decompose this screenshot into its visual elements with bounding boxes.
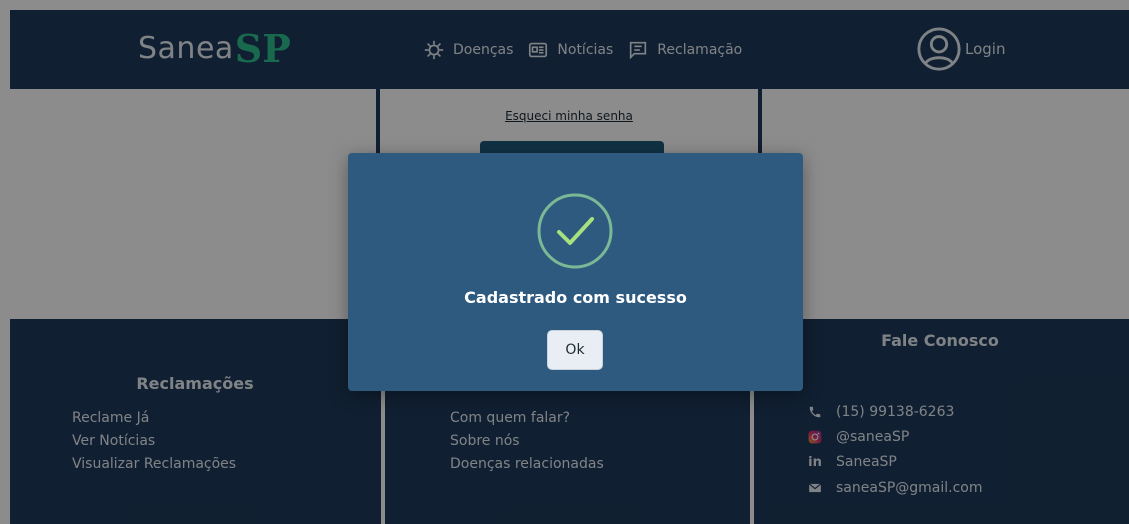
- success-check-icon: [537, 193, 613, 269]
- success-dialog: Cadastrado com sucesso Ok: [348, 153, 803, 391]
- dialog-title: Cadastrado com sucesso: [464, 288, 687, 307]
- ok-button[interactable]: Ok: [547, 330, 603, 370]
- page: Sanea SP Doenças Notícias Reclamação Log…: [0, 0, 1129, 524]
